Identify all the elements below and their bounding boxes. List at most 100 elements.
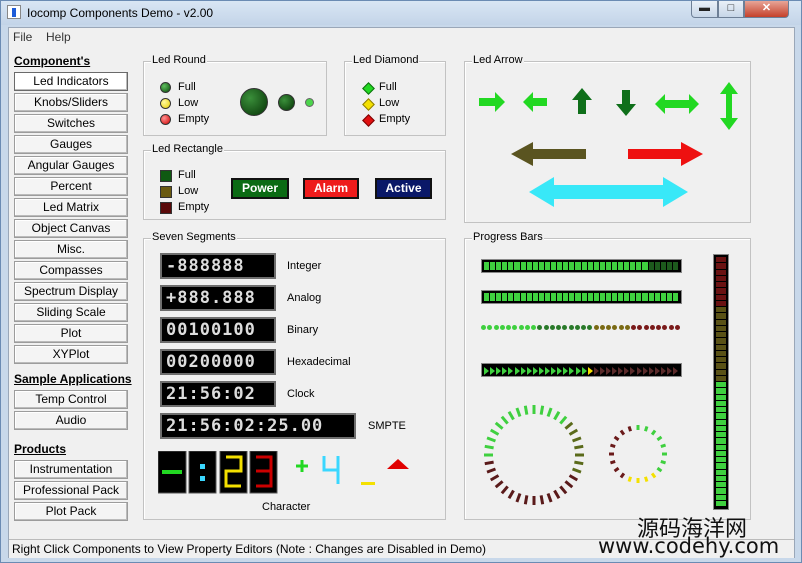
progress-arrow-bar[interactable] <box>481 363 682 377</box>
ring-segment <box>574 444 584 450</box>
ring-segment <box>559 415 568 425</box>
arrow-left-olive <box>511 142 586 166</box>
progress-dot <box>487 325 493 330</box>
led-rect-full[interactable] <box>160 170 172 182</box>
progress-segment <box>716 463 726 469</box>
progress-dot <box>518 325 524 330</box>
ring-segment <box>574 460 584 466</box>
seg-clock-display[interactable]: 21:56:02 <box>160 381 276 407</box>
menu-file[interactable]: File <box>13 30 32 44</box>
progress-segment <box>508 262 514 270</box>
progress-arrow-segment <box>490 367 496 375</box>
nav-products-plot-pack[interactable]: Plot Pack <box>14 502 128 521</box>
progress-dot <box>481 325 486 330</box>
progress-segment <box>716 425 726 431</box>
nav-samples-audio[interactable]: Audio <box>14 411 128 430</box>
led-round-empty[interactable] <box>160 114 171 125</box>
progress-bar-1[interactable] <box>481 259 682 273</box>
char-plus <box>296 460 308 472</box>
ring-segment <box>559 485 568 495</box>
progress-dots-bar[interactable] <box>481 323 682 333</box>
progress-segment <box>557 293 563 301</box>
led-round-low[interactable] <box>160 98 171 109</box>
ring-segment <box>500 415 509 425</box>
active-led-button[interactable]: Active <box>375 178 432 199</box>
progress-segment <box>716 382 726 388</box>
progress-vertical-bar[interactable] <box>713 254 729 510</box>
progress-segment <box>490 293 496 301</box>
nav-components-object-canvas[interactable]: Object Canvas <box>14 219 128 238</box>
close-button[interactable]: ✕ <box>744 1 789 18</box>
arrow-up-darkgreen <box>572 88 592 114</box>
led-rect-empty[interactable] <box>160 202 172 214</box>
nav-products-instrumentation-pack[interactable]: Instrumentation Pack <box>14 460 128 493</box>
ring-segment <box>572 436 582 443</box>
ring-segment <box>660 443 667 449</box>
progress-ring-large[interactable] <box>481 402 591 512</box>
led-rect-low[interactable] <box>160 186 172 198</box>
alarm-led-button[interactable]: Alarm <box>303 178 359 199</box>
led-round-medium[interactable] <box>278 94 295 111</box>
led-round-large[interactable] <box>240 88 268 116</box>
nav-components-led-indicators[interactable]: Led Indicators <box>14 72 128 91</box>
led-diamond-empty[interactable] <box>362 114 375 127</box>
ring-segment <box>489 428 500 436</box>
led-round-small[interactable] <box>305 98 314 107</box>
led-round-full[interactable] <box>160 82 171 93</box>
progress-bar-1-fill <box>484 262 679 270</box>
progress-segment <box>520 262 526 270</box>
ring-segment <box>494 480 504 489</box>
progress-dot <box>549 325 555 330</box>
seg-hex-display[interactable]: 00200000 <box>160 349 276 375</box>
ring-segment <box>539 495 545 505</box>
seg-binary-display[interactable]: 00100100 <box>160 317 276 343</box>
menu-help[interactable]: Help <box>46 30 71 44</box>
nav-components-gauges[interactable]: Gauges <box>14 135 128 154</box>
led-diamond-full[interactable] <box>362 82 375 95</box>
led-diamond-empty-label: Empty <box>379 113 411 125</box>
progress-dot <box>674 325 680 330</box>
led-diamond-low[interactable] <box>362 98 375 111</box>
seg-smpte-display[interactable]: 21:56:02:25.00 <box>160 413 356 439</box>
char-dash-seg <box>162 470 182 474</box>
progress-arrow-segment <box>673 367 679 375</box>
maximize-button[interactable]: □ <box>718 1 744 18</box>
seg-binary-label: Binary <box>287 324 319 336</box>
nav-components-percent[interactable]: Percent <box>14 177 128 196</box>
nav-components-misc-[interactable]: Misc. <box>14 240 128 259</box>
progress-dot <box>581 325 586 330</box>
led-rectangle-title: Led Rectangle <box>151 143 224 155</box>
arrow-leftright-cyan <box>529 177 688 207</box>
char-triangle <box>387 459 409 469</box>
seg-smpte-label: SMPTE <box>368 420 406 432</box>
progress-ring-small[interactable] <box>606 422 676 492</box>
minimize-button[interactable]: ▬ <box>691 1 718 18</box>
seg-analog-label: Analog <box>287 292 322 304</box>
progress-segment <box>716 407 726 413</box>
app-window: Iocomp Components Demo - v2.00 ▬ □ ✕ Fil… <box>0 0 802 563</box>
power-led-button[interactable]: Power <box>231 178 289 199</box>
nav-components-led-matrix[interactable]: Led Matrix <box>14 198 128 217</box>
title-bar[interactable]: Iocomp Components Demo - v2.00 ▬ □ ✕ <box>1 1 801 25</box>
seg-clock-label: Clock <box>287 388 315 400</box>
nav-components-compasses[interactable]: Compasses <box>14 261 128 280</box>
nav-components-switches[interactable]: Switches <box>14 114 128 133</box>
nav-components-plot[interactable]: Plot <box>14 324 128 343</box>
nav-products-professional-pack[interactable]: Professional Pack <box>14 481 128 500</box>
nav-components-knobs-sliders[interactable]: Knobs/Sliders <box>14 93 128 112</box>
ring-segment <box>650 472 657 479</box>
nav-components-xyplot[interactable]: XYPlot <box>14 345 128 364</box>
progress-dot <box>649 325 655 330</box>
nav-samples-temp-control[interactable]: Temp Control <box>14 390 128 409</box>
seg-integer-display[interactable]: -888888 <box>160 253 276 279</box>
nav-components-spectrum-display[interactable]: Spectrum Display <box>14 282 128 301</box>
nav-components-angular-gauges[interactable]: Angular Gauges <box>14 156 128 175</box>
progress-segment <box>484 262 490 270</box>
seg-analog-display[interactable]: +888.888 <box>160 285 276 311</box>
character-label: Character <box>262 501 311 513</box>
progress-segment <box>716 413 726 419</box>
nav-components-sliding-scale[interactable]: Sliding Scale <box>14 303 128 322</box>
progress-segment <box>672 293 678 301</box>
ring-segment <box>627 425 633 432</box>
progress-bar-2[interactable] <box>481 290 682 304</box>
